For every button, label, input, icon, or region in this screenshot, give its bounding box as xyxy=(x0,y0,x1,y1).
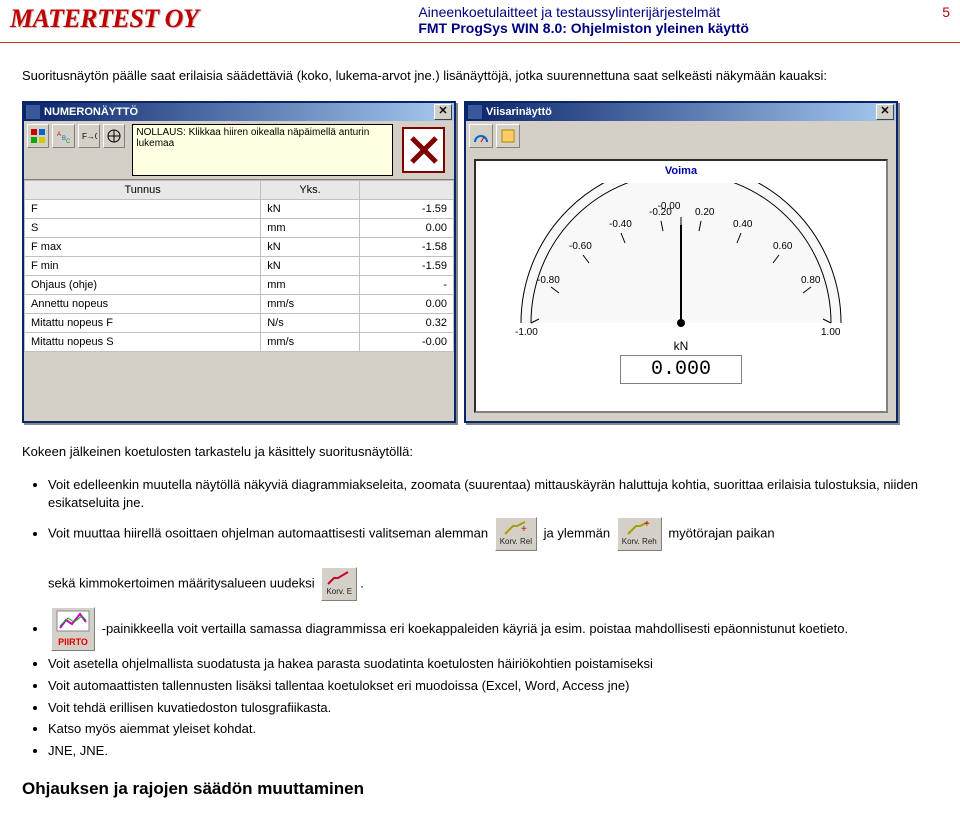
korv-e-button[interactable]: Korv. E xyxy=(321,567,357,601)
toolbar-button-zero[interactable] xyxy=(103,124,125,148)
window-title: NUMERONÄYTTÖ xyxy=(44,106,138,118)
post-heading: Kokeen jälkeinen koetulosten tarkastelu … xyxy=(22,443,938,461)
toolbar-button-settings[interactable] xyxy=(496,124,520,148)
toolbar: ABC F→0 NOLLAUS: Klikkaa hiiren oikealla… xyxy=(24,121,454,179)
svg-text:0.20: 0.20 xyxy=(695,207,715,218)
piirto-button[interactable]: PIIRTO xyxy=(51,607,95,652)
svg-text:+: + xyxy=(644,520,650,530)
gauge-panel: Voima xyxy=(474,159,888,413)
bullet-list-3: PIIRTO -painikkeella voit vertailla sama… xyxy=(48,607,938,759)
table-row: Mitattu nopeus Smm/s-0.00 xyxy=(25,332,454,351)
list-item: Voit asetella ohjelmallista suodatusta j… xyxy=(48,655,938,673)
bullet-list-2: Voit muuttaa hiirellä osoittaen ohjelman… xyxy=(48,517,938,601)
gauge-readout: 0.000 xyxy=(620,355,742,384)
list-item: Voit automaattisten tallennusten lisäksi… xyxy=(48,677,938,695)
table-row: F maxkN-1.58 xyxy=(25,237,454,256)
gauge-unit: kN xyxy=(476,339,886,353)
list-item: JNE, JNE. xyxy=(48,742,938,760)
korv-reh-button[interactable]: + Korv. Reh xyxy=(617,517,662,551)
svg-text:0.40: 0.40 xyxy=(733,219,753,230)
close-icon[interactable]: ✕ xyxy=(876,104,894,120)
table-row: Annettu nopeusmm/s0.00 xyxy=(25,294,454,313)
gauge-title: Voima xyxy=(476,161,886,177)
svg-text:1.00: 1.00 xyxy=(821,327,841,338)
col-val xyxy=(359,180,453,199)
list-item: PIIRTO -painikkeella voit vertailla sama… xyxy=(48,607,938,652)
toolbar-button-arrow[interactable]: F→0 xyxy=(78,124,100,148)
header-subtitle: Aineenkoetulaitteet ja testaussylinterij… xyxy=(418,4,930,20)
table-row: F minkN-1.59 xyxy=(25,256,454,275)
list-item: Voit muuttaa hiirellä osoittaen ohjelman… xyxy=(48,517,938,601)
svg-text:-0.60: -0.60 xyxy=(569,241,592,252)
header-right: Aineenkoetulaitteet ja testaussylinterij… xyxy=(198,4,950,36)
window-icon xyxy=(26,105,40,119)
col-yks: Yks. xyxy=(261,180,360,199)
svg-text:C: C xyxy=(66,139,71,144)
svg-text:-1.00: -1.00 xyxy=(515,327,538,338)
table-row: Smm0.00 xyxy=(25,218,454,237)
table-row: FkN-1.59 xyxy=(25,199,454,218)
svg-text:-0.80: -0.80 xyxy=(537,275,560,286)
gauge-dial: -1.00 -0.80 -0.60 -0.40 -0.20 -0.00 0.20… xyxy=(476,183,886,343)
korv-rel-button[interactable]: + Korv. Rel xyxy=(495,517,537,551)
window-title: Viisarinäyttö xyxy=(486,106,552,118)
page-number: 5 xyxy=(930,4,950,36)
col-tunnus: Tunnus xyxy=(25,180,261,199)
page-header: MATERTEST OY Aineenkoetulaitteet ja test… xyxy=(0,0,960,43)
logo-text: MATERTEST OY xyxy=(10,4,198,34)
data-table: Tunnus Yks. FkN-1.59 Smm0.00 F maxkN-1.5… xyxy=(24,180,454,352)
table-row: Ohjaus (ohje)mm- xyxy=(25,275,454,294)
list-item: Katso myös aiemmat yleiset kohdat. xyxy=(48,720,938,738)
section-heading: Ohjauksen ja rajojen säädön muuttaminen xyxy=(22,779,938,799)
intro-paragraph: Suoritusnäytön päälle saat erilaisia sää… xyxy=(22,67,938,85)
numero-naytto-window: NUMERONÄYTTÖ ✕ ABC F→0 N xyxy=(22,101,456,423)
svg-text:+: + xyxy=(521,524,527,535)
toolbar-button-gauge[interactable] xyxy=(469,124,493,148)
svg-text:0.80: 0.80 xyxy=(801,275,821,286)
bullet-list-1: Voit edelleenkin muutella näytöllä näkyv… xyxy=(48,476,938,511)
svg-text:F→0: F→0 xyxy=(82,132,97,141)
table-row: Mitattu nopeus FN/s0.32 xyxy=(25,313,454,332)
toolbar-button-abc[interactable]: ABC xyxy=(52,124,74,148)
toolbar-button-1[interactable] xyxy=(27,124,49,148)
svg-text:-0.00: -0.00 xyxy=(658,201,681,212)
header-title: FMT ProgSys WIN 8.0: Ohjelmiston yleinen… xyxy=(418,20,930,36)
list-item: Voit tehdä erillisen kuvatiedoston tulos… xyxy=(48,699,938,717)
list-item: Voit edelleenkin muutella näytöllä näkyv… xyxy=(48,476,938,511)
svg-text:-0.40: -0.40 xyxy=(609,219,632,230)
toolbar xyxy=(466,121,896,151)
svg-text:0.60: 0.60 xyxy=(773,241,793,252)
close-icon[interactable]: ✕ xyxy=(434,104,452,120)
viisari-naytto-window: Viisarinäyttö ✕ Voima xyxy=(464,101,898,423)
window-icon xyxy=(468,105,482,119)
big-cancel-icon[interactable] xyxy=(402,127,445,173)
svg-text:A: A xyxy=(57,132,61,138)
tooltip: NOLLAUS: Klikkaa hiiren oikealla näpäime… xyxy=(132,124,393,176)
